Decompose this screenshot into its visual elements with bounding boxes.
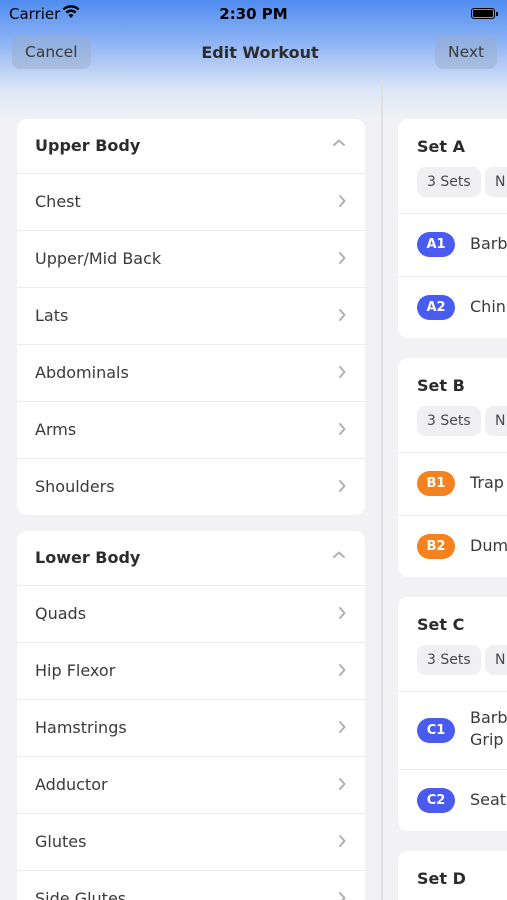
- set-title: Set C: [417, 615, 465, 634]
- list-item-lats[interactable]: Lats: [17, 288, 365, 345]
- exercise-name: Seat: [470, 790, 507, 809]
- list-item-label: Lats: [35, 306, 69, 325]
- list-item-chest[interactable]: Chest: [17, 174, 365, 231]
- list-item-glutes[interactable]: Glutes: [17, 814, 365, 871]
- list-item-adductor[interactable]: Adductor: [17, 757, 365, 814]
- exercise-name: Trap: [470, 473, 504, 492]
- lower-body-header[interactable]: Lower Body: [17, 531, 365, 586]
- sets-count-chip[interactable]: 3 Sets: [417, 167, 481, 197]
- exercise-name-line2: Grip: [470, 730, 504, 749]
- clock: 2:30 PM: [219, 5, 288, 23]
- list-item-label: Side Glutes: [35, 889, 127, 900]
- set-option-chip[interactable]: N: [485, 167, 507, 197]
- exercise-row-a2[interactable]: A2 Chin: [398, 277, 507, 338]
- list-item-label: Upper/Mid Back: [35, 249, 162, 268]
- upper-body-card: Upper Body Chest Upper/Mid Back Lats Abd…: [17, 119, 365, 515]
- list-item-side-glutes[interactable]: Side Glutes: [17, 871, 365, 900]
- exercise-row-c1[interactable]: C1 Barb Grip: [398, 692, 507, 769]
- chevron-right-icon: [339, 252, 346, 264]
- list-item-hip-flexor[interactable]: Hip Flexor: [17, 643, 365, 700]
- list-item-label: Hip Flexor: [35, 661, 116, 680]
- exercise-row-b1[interactable]: B1 Trap: [398, 453, 507, 515]
- set-card-a[interactable]: Set A 3 Sets N A1 Barb A2 Chin: [398, 119, 507, 338]
- exercise-badge: C1: [417, 718, 455, 743]
- battery-icon: [471, 8, 498, 19]
- chevron-right-icon: [339, 607, 346, 619]
- list-item-quads[interactable]: Quads: [17, 586, 365, 643]
- set-card-d[interactable]: Set D: [398, 851, 507, 900]
- list-item-label: Arms: [35, 420, 77, 439]
- chevron-right-icon: [339, 664, 346, 676]
- exercise-name: Chin: [470, 297, 506, 316]
- chevron-right-icon: [339, 309, 346, 321]
- chevron-right-icon: [339, 721, 346, 733]
- list-item-upper-mid-back[interactable]: Upper/Mid Back: [17, 231, 365, 288]
- sets-count-chip[interactable]: 3 Sets: [417, 645, 481, 675]
- list-item-label: Glutes: [35, 832, 87, 851]
- exercise-badge: A1: [417, 232, 455, 257]
- page-title: Edit Workout: [201, 43, 319, 62]
- list-item-label: Chest: [35, 192, 81, 211]
- chevron-right-icon: [339, 366, 346, 378]
- chevron-right-icon: [339, 778, 346, 790]
- list-item-label: Quads: [35, 604, 87, 623]
- lower-body-card: Lower Body Quads Hip Flexor Hamstrings A…: [17, 531, 365, 900]
- chevron-right-icon: [339, 423, 346, 435]
- exercise-badge: A2: [417, 295, 455, 320]
- chevron-right-icon: [339, 835, 346, 847]
- list-item-abdominals[interactable]: Abdominals: [17, 345, 365, 402]
- list-item-shoulders[interactable]: Shoulders: [17, 459, 365, 515]
- exercise-badge: C2: [417, 788, 455, 813]
- set-card-c[interactable]: Set C 3 Sets N C1 Barb Grip C2 Seat: [398, 597, 507, 831]
- set-title: Set B: [417, 376, 465, 395]
- section-title: Upper Body: [35, 136, 141, 155]
- status-bar: Carrier 2:30 PM: [0, 0, 507, 28]
- next-button[interactable]: Next: [435, 35, 498, 69]
- exercise-badge: B2: [417, 534, 455, 559]
- upper-body-header[interactable]: Upper Body: [17, 119, 365, 174]
- chevron-right-icon: [339, 892, 346, 900]
- set-title: Set D: [417, 869, 466, 888]
- chevron-right-icon: [339, 480, 346, 492]
- exercise-row-c2[interactable]: C2 Seat: [398, 770, 507, 831]
- list-item-hamstrings[interactable]: Hamstrings: [17, 700, 365, 757]
- exercise-name: Barb: [470, 708, 507, 727]
- exercise-name: Barb: [470, 234, 507, 253]
- chevron-right-icon: [339, 195, 346, 207]
- set-card-b[interactable]: Set B 3 Sets N B1 Trap B2 Dum: [398, 358, 507, 577]
- exercise-badge: B1: [417, 471, 455, 496]
- sets-count-chip[interactable]: 3 Sets: [417, 406, 481, 436]
- list-item-arms[interactable]: Arms: [17, 402, 365, 459]
- exercise-row-b2[interactable]: B2 Dum: [398, 516, 507, 577]
- list-item-label: Abdominals: [35, 363, 129, 382]
- chevron-up-icon: [333, 551, 345, 558]
- set-option-chip[interactable]: N: [485, 406, 507, 436]
- exercise-name: Dum: [470, 536, 507, 555]
- exercise-row-a1[interactable]: A1 Barb: [398, 214, 507, 276]
- set-option-chip[interactable]: N: [485, 645, 507, 675]
- list-item-label: Adductor: [35, 775, 108, 794]
- section-title: Lower Body: [35, 548, 141, 567]
- pane-divider: [381, 80, 383, 900]
- list-item-label: Shoulders: [35, 477, 115, 496]
- list-item-label: Hamstrings: [35, 718, 127, 737]
- set-title: Set A: [417, 137, 465, 156]
- chevron-up-icon: [333, 139, 345, 146]
